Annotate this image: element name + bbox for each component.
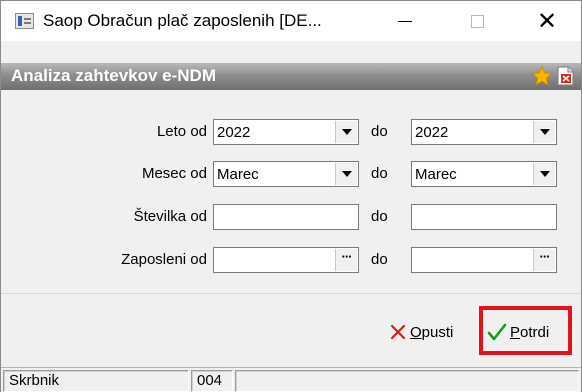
mesec-do-value: Marec (415, 166, 457, 183)
stevilka-od-label: Številka od (133, 208, 207, 225)
minimize-icon (398, 20, 412, 22)
close-button[interactable]: ✕ (523, 1, 571, 41)
leto-do-select[interactable]: 2022 (411, 119, 557, 145)
red-x-icon (390, 324, 406, 340)
status-code: 004 (191, 370, 233, 392)
status-user: Skrbnik (3, 370, 189, 392)
lookup-button[interactable]: ··· (533, 249, 555, 271)
leto-od-select[interactable]: 2022 (213, 119, 359, 145)
mesec-od-select[interactable]: Marec (213, 161, 359, 187)
star-icon[interactable] (531, 65, 553, 87)
window-title: Saop Obračun plač zaposlenih [DE... (43, 11, 322, 30)
highlight-box (479, 306, 572, 355)
pdf-close-icon[interactable] (557, 66, 574, 86)
zaposleni-do-field[interactable]: ··· (411, 247, 557, 273)
divider (1, 293, 581, 294)
lookup-button[interactable]: ··· (335, 249, 357, 271)
close-icon: ✕ (536, 7, 558, 35)
chevron-down-icon[interactable] (335, 163, 357, 185)
zaposleni-od-label: Zaposleni od (121, 251, 207, 268)
cancel-button[interactable]: Opusti (389, 317, 453, 347)
app-icon (15, 13, 34, 29)
dialog-window: Saop Obračun plač zaposlenih [DE... ✕ An… (0, 0, 582, 392)
mesec-do-select[interactable]: Marec (411, 161, 557, 187)
stevilka-do-field[interactable] (411, 204, 557, 230)
cancel-label: pusti (421, 323, 454, 341)
zaposleni-do-label: do (371, 251, 388, 268)
leto-do-value: 2022 (415, 124, 449, 141)
mesec-od-label: Mesec od (141, 165, 207, 182)
page-title: Analiza zahtevkov e-NDM (11, 66, 216, 85)
leto-do-label: do (371, 123, 388, 140)
status-info (235, 370, 579, 392)
stevilka-od-field[interactable] (213, 204, 359, 230)
header-band: Analiza zahtevkov e-NDM (1, 63, 581, 90)
cancel-mnemonic: O (410, 323, 422, 341)
minimize-button[interactable] (381, 1, 429, 41)
chevron-down-icon[interactable] (533, 163, 555, 185)
status-bar: Skrbnik 004 (1, 367, 581, 392)
zaposleni-od-field[interactable]: ··· (213, 247, 359, 273)
leto-od-label: Leto od (156, 123, 207, 140)
stevilka-do-label: do (371, 208, 388, 225)
maximize-button[interactable] (453, 1, 501, 41)
title-bar[interactable]: Saop Obračun plač zaposlenih [DE... ✕ (1, 1, 581, 41)
chevron-down-icon[interactable] (533, 121, 555, 143)
mesec-od-value: Marec (217, 166, 259, 183)
leto-od-value: 2022 (217, 124, 251, 141)
mesec-do-label: do (371, 165, 388, 182)
maximize-icon (470, 14, 484, 28)
chevron-down-icon[interactable] (335, 121, 357, 143)
